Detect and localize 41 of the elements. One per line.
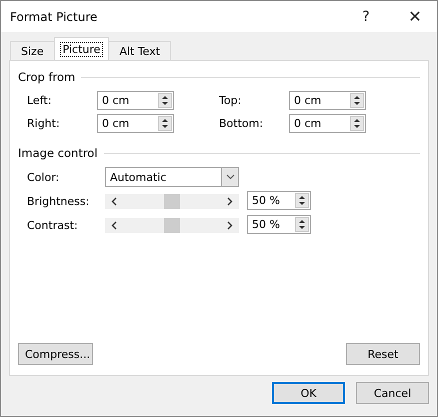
color-dropdown[interactable]: Automatic bbox=[105, 167, 239, 187]
window-title: Format Picture bbox=[10, 10, 98, 24]
spin-field[interactable]: 50 % bbox=[247, 191, 311, 210]
dialog-button[interactable]: OK bbox=[272, 382, 345, 404]
spin-field[interactable]: 0 cm bbox=[289, 91, 366, 110]
chevron-left-icon[interactable] bbox=[111, 220, 117, 230]
chevron-down-icon[interactable] bbox=[221, 168, 238, 186]
slider[interactable] bbox=[105, 194, 239, 208]
slider-label: Brightness: bbox=[27, 194, 90, 210]
spin-field[interactable]: 0 cm bbox=[97, 91, 174, 110]
spinner-arrows-icon[interactable] bbox=[158, 116, 172, 131]
close-button[interactable]: ✕ bbox=[395, 1, 435, 32]
chevron-right-icon[interactable] bbox=[227, 220, 233, 230]
spinner-arrows-icon[interactable] bbox=[295, 217, 309, 232]
field-label: Color: bbox=[27, 170, 60, 186]
slider[interactable] bbox=[105, 218, 239, 232]
slider-label: Contrast: bbox=[27, 218, 79, 234]
field-label: Top: bbox=[219, 93, 242, 109]
field-label: Bottom: bbox=[219, 116, 264, 132]
chevron-left-icon[interactable] bbox=[111, 196, 117, 206]
spin-field[interactable]: 0 cm bbox=[97, 114, 174, 133]
spinner-arrows-icon[interactable] bbox=[350, 116, 364, 131]
panel-button[interactable]: Reset bbox=[346, 343, 420, 365]
dialog-button[interactable]: Cancel bbox=[356, 382, 429, 404]
tab[interactable]: Size bbox=[10, 41, 55, 60]
group-title: Image control bbox=[18, 146, 98, 160]
field-label: Left: bbox=[27, 93, 52, 109]
tab[interactable]: Picture bbox=[54, 37, 110, 60]
group-title: Crop from bbox=[18, 70, 76, 84]
spinner-arrows-icon[interactable] bbox=[158, 93, 172, 108]
field-label: Right: bbox=[27, 116, 61, 132]
spinner-arrows-icon[interactable] bbox=[295, 193, 309, 208]
chevron-right-icon[interactable] bbox=[227, 196, 233, 206]
spinner-arrows-icon[interactable] bbox=[350, 93, 364, 108]
help-button[interactable]: ? bbox=[351, 1, 381, 32]
slider-thumb[interactable] bbox=[164, 218, 180, 232]
panel-button[interactable]: Compress... bbox=[18, 343, 93, 365]
tab[interactable]: Alt Text bbox=[108, 41, 172, 60]
slider-thumb[interactable] bbox=[164, 194, 180, 208]
spin-field[interactable]: 0 cm bbox=[289, 114, 366, 133]
spin-field[interactable]: 50 % bbox=[247, 215, 311, 234]
